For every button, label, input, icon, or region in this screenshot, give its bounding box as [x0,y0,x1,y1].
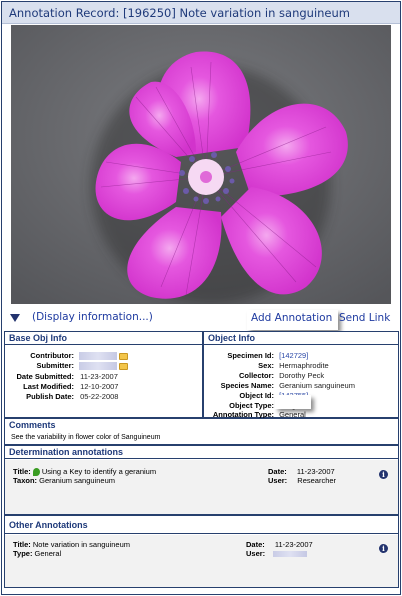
determination-user-row: User: Researcher [268,476,336,485]
other-user-value-redacted [273,551,308,558]
publish-date-row: Publish Date: 05-22-2008 [11,392,118,401]
date-submitted-label: Date Submitted: [16,372,74,381]
collector-label: Collector: [238,371,274,380]
expand-triangle-icon[interactable] [10,313,20,323]
object-id-label: Object Id: [239,391,274,400]
publish-date-label: Publish Date: [26,392,74,401]
specimen-id-row: Specimen Id: [142729] [206,351,308,360]
contributor-label: Contributor: [30,351,74,360]
leaf-icon [32,468,40,477]
other-type-row: Type: General [13,549,61,558]
sex-row: Sex: Hermaphrodite [206,361,329,370]
info-icon[interactable]: i [379,544,388,553]
object-type-highlight [275,395,311,409]
specimen-photo [11,25,391,304]
other-type-value: General [34,549,62,558]
contributor-value-redacted [79,352,118,361]
taxon-label: Taxon: [13,476,38,485]
determination-body: Title: Using a Key to identify a geraniu… [5,460,398,514]
other-annotations-title: Other Annotations [5,516,398,534]
species-value: Geranium sanguineum [279,381,355,390]
comments-title: Comments [5,419,398,432]
date-submitted-row: Date Submitted: 11-23-2007 [11,372,118,381]
submitter-label: Submitter: [36,361,75,370]
determination-title-row: Title: Using a Key to identify a geraniu… [13,467,157,477]
last-modified-value: 12-10-2007 [80,382,119,391]
species-label: Species Name: [220,381,274,390]
specimen-id-label: Specimen Id: [227,351,274,360]
collector-value: Dorothy Peck [279,371,325,380]
display-information-link[interactable]: (Display information...) [32,311,153,323]
taxon-row: Taxon: Geranium sanguineum [13,476,115,485]
sex-label: Sex: [258,361,274,370]
other-annotations-body: Title: Note variation in sanguineum Type… [5,535,398,587]
sex-value: Hermaphrodite [279,361,329,370]
submitter-value-redacted [79,362,118,371]
date-submitted-value: 11-23-2007 [80,372,118,381]
other-user-row: User: [246,549,308,558]
add-annotation-button[interactable]: Add Annotation [247,310,339,330]
determination-annotations-panel: Determination annotations Title: Using a… [4,445,399,515]
determination-title-label: Title: [13,467,31,476]
other-title-value: Note variation in sanguineum [32,540,131,549]
other-type-label: Type: [13,549,33,558]
determination-user-value: Researcher [297,476,337,485]
other-title-label: Title: [13,540,31,549]
determination-user-label: User: [268,476,288,485]
other-user-label: User: [246,549,266,558]
determination-date-value: 11-23-2007 [296,467,335,476]
collector-row: Collector: Dorothy Peck [206,371,324,380]
object-type-label: Object Type: [229,401,274,410]
determination-date-label: Date: [268,467,287,476]
record-title: Annotation Record: [196250] Note variati… [9,6,351,20]
determination-title: Determination annotations [5,446,398,459]
folder-icon[interactable] [119,362,129,370]
flower-image [11,25,391,304]
publish-date-value: 05-22-2008 [80,392,119,401]
action-bar: (Display information...) Add Annotation … [2,308,400,332]
other-date-label: Date: [246,540,265,549]
determination-date-row: Date: 11-23-2007 [268,467,335,476]
submitter-row: Submitter: [11,361,129,371]
other-annotations-panel: Other Annotations Title: Note variation … [4,515,399,588]
record-header: Annotation Record: [196250] Note variati… [2,2,400,24]
object-info-title: Object Info [204,332,398,345]
annotation-record-window: Annotation Record: [196250] Note variati… [1,1,401,595]
comments-panel: Comments See the variability in flower c… [4,418,399,445]
species-row: Species Name: Geranium sanguineum [206,381,355,390]
other-date-value: 11-23-2007 [274,540,313,549]
other-date-row: Date: 11-23-2007 [246,540,313,549]
send-link-button[interactable]: Send Link [339,312,390,324]
folder-icon[interactable] [119,352,129,360]
taxon-value: Geranium sanguineum [39,476,116,485]
base-obj-info-title: Base Obj Info [5,332,202,345]
info-icon[interactable]: i [379,470,388,479]
base-obj-info-panel: Base Obj Info Contributor: Submitter: Da… [4,331,203,418]
contributor-row: Contributor: [11,351,129,361]
determination-title-value: Using a Key to identify a geranium [41,467,157,476]
other-title-row: Title: Note variation in sanguineum [13,540,130,549]
specimen-id-link[interactable]: [142729] [279,351,308,360]
last-modified-row: Last Modified: 12-10-2007 [11,382,118,391]
last-modified-label: Last Modified: [23,382,74,391]
comments-text: See the variability in flower color of S… [11,434,161,441]
